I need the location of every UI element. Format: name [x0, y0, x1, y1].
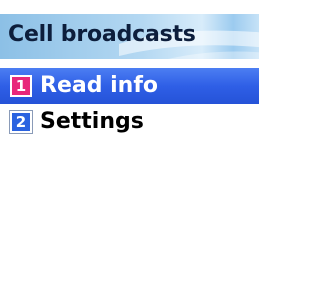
- menu-list: 1 Read info 2 Settings: [0, 68, 259, 140]
- phone-screen: Cell broadcasts 1 Read info 2 Settings: [0, 0, 259, 290]
- page-title: Cell broadcasts: [8, 22, 196, 47]
- menu-item-label: Read info: [40, 73, 159, 98]
- menu-item-settings[interactable]: 2 Settings: [0, 104, 259, 140]
- number-1-icon: 1: [10, 75, 32, 97]
- menu-item-read-info[interactable]: 1 Read info: [0, 68, 259, 104]
- title-bar: Cell broadcasts: [0, 14, 259, 59]
- number-2-icon: 2: [10, 111, 32, 133]
- menu-item-label: Settings: [40, 109, 144, 134]
